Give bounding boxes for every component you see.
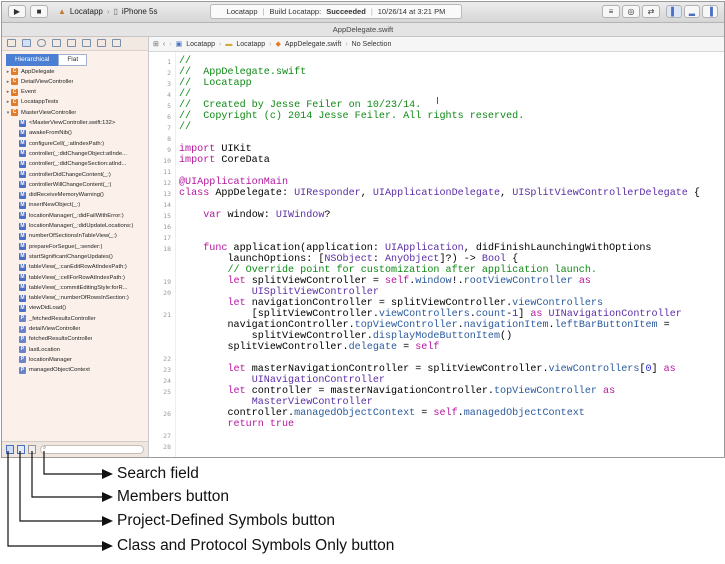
class-protocol-leader bbox=[7, 451, 104, 547]
callout-lines bbox=[7, 451, 113, 551]
search-field-leader bbox=[43, 451, 104, 475]
callout-members-button: Members button bbox=[117, 488, 229, 505]
callout-project-symbols: Project-Defined Symbols button bbox=[117, 512, 335, 529]
arrowhead bbox=[102, 516, 113, 526]
arrowhead bbox=[102, 492, 113, 502]
callout-class-protocol: Class and Protocol Symbols Only button bbox=[117, 537, 395, 554]
callout-search-field: Search field bbox=[117, 465, 199, 482]
arrowhead bbox=[102, 541, 113, 551]
arrowhead bbox=[102, 469, 113, 479]
